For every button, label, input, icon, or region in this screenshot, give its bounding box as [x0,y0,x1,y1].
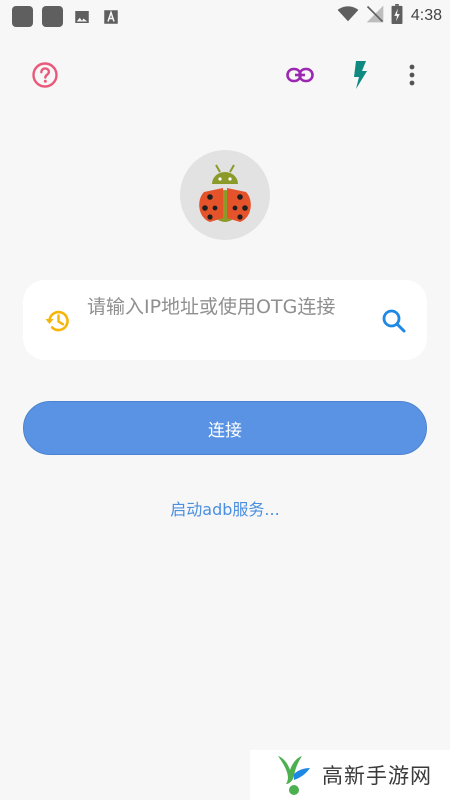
history-button[interactable] [43,306,73,336]
text-notification-icon [101,7,121,27]
start-adb-service-link[interactable]: 启动adb服务... [0,496,450,520]
search-icon [382,309,406,333]
address-input[interactable]: 请输入IP地址或使用OTG连接 [87,294,367,320]
flash-button[interactable] [340,55,380,95]
status-time: 4:38 [410,7,442,24]
link-button[interactable] [280,55,320,95]
flash-icon [354,61,367,89]
battery-charging-icon [391,4,403,28]
help-icon [32,62,58,88]
wifi-icon [337,5,359,27]
link-icon [286,67,314,83]
watermark: 高新手游网 [250,750,450,800]
address-input-card: 请输入IP地址或使用OTG连接 [23,280,427,360]
app-logo [180,150,270,240]
notification-square-icon [42,6,63,27]
status-bar-system: 4:38 [337,4,442,28]
no-signal-icon [365,4,385,28]
watermark-text: 高新手游网 [322,764,432,788]
status-bar: 4:38 [0,0,450,32]
help-button[interactable] [25,55,65,95]
notification-square-icon [12,6,33,27]
status-bar-notifications [12,6,121,27]
connect-button[interactable]: 连接 [23,401,427,455]
image-icon [72,7,92,27]
more-options-button[interactable] [392,55,432,95]
ladybug-android-icon [199,164,251,222]
watermark-logo-icon [278,756,310,795]
history-icon [45,310,69,332]
more-vert-icon [409,64,415,86]
search-button[interactable] [379,306,409,336]
